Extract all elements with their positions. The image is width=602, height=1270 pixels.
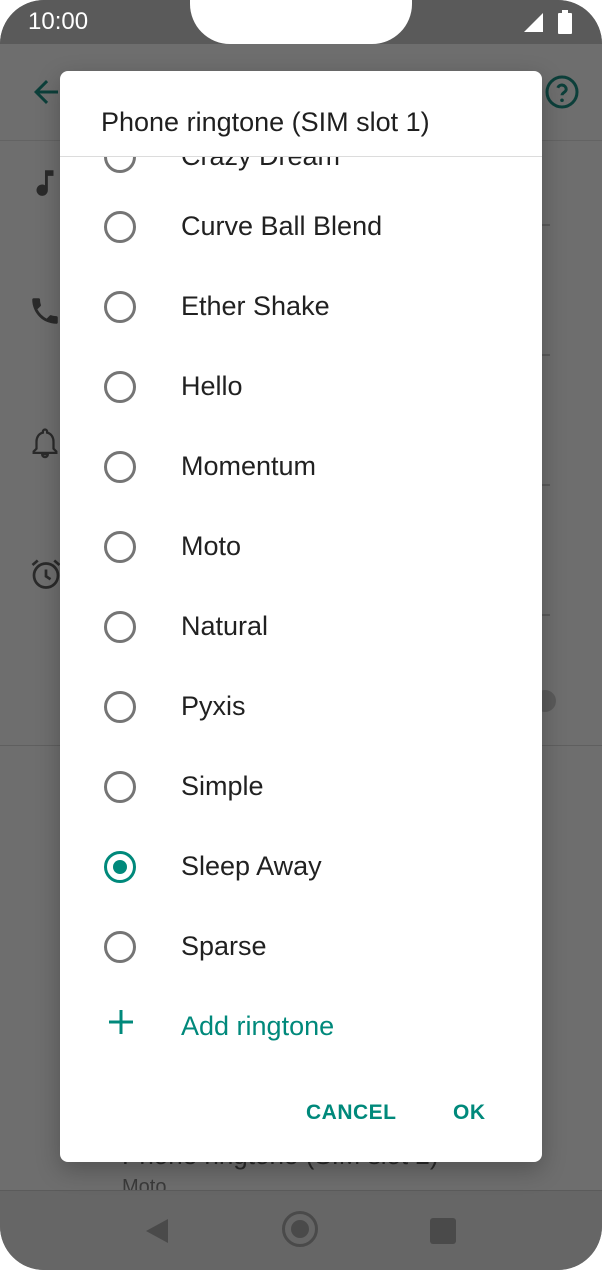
radio-button[interactable] (104, 157, 136, 173)
ringtone-label: Curve Ball Blend (181, 211, 383, 241)
ringtone-label: Momentum (181, 451, 317, 481)
ringtone-option[interactable]: Hello (60, 347, 542, 427)
radio-button[interactable] (104, 531, 136, 563)
radio-button[interactable] (104, 371, 136, 403)
nav-recents-icon[interactable] (430, 1218, 456, 1244)
nav-back-icon[interactable] (144, 1217, 170, 1245)
radio-button[interactable] (104, 771, 136, 803)
ringtone-label: Sparse (181, 931, 267, 961)
radio-button[interactable] (104, 931, 136, 963)
back-arrow-icon (34, 80, 58, 104)
ringtone-list[interactable]: Crazy Dream Curve Ball Blend Ether Shake… (60, 157, 542, 1077)
add-ringtone-label: Add ringtone (181, 1011, 335, 1041)
alarm-icon (31, 559, 61, 589)
ringtone-option[interactable]: Momentum (60, 427, 542, 507)
phone-screen: 10:00 Phone r (0, 0, 602, 1270)
ringtone-option[interactable]: Natural (60, 587, 542, 667)
radio-button[interactable] (104, 691, 136, 723)
navigation-bar (0, 1190, 602, 1270)
music-note-icon (36, 170, 54, 196)
add-ringtone-row[interactable]: Add ringtone (60, 987, 542, 1067)
ringtone-label: Natural (181, 611, 269, 641)
ringtone-option[interactable]: Curve Ball Blend (60, 187, 542, 267)
phone-icon (32, 298, 58, 324)
ringtone-option[interactable]: Moto (60, 507, 542, 587)
ringtone-label: Hello (181, 371, 243, 401)
nav-home-icon[interactable] (282, 1211, 318, 1247)
signal-icon (524, 13, 543, 32)
dialog-title: Phone ringtone (SIM slot 1) (101, 107, 430, 137)
cancel-button[interactable]: CANCEL (306, 1101, 397, 1125)
camera-notch (190, 0, 412, 44)
ringtone-label: Simple (181, 771, 264, 801)
help-icon (545, 75, 579, 109)
battery-icon (558, 10, 572, 34)
ringtone-dialog: Phone ringtone (SIM slot 1) Crazy Dream … (60, 71, 542, 1162)
status-icons (522, 10, 572, 34)
ringtone-label: Crazy Dream (181, 157, 340, 172)
ringtone-option[interactable]: Simple (60, 747, 542, 827)
title-divider (60, 156, 542, 157)
ringtone-option[interactable]: Sparse (60, 907, 542, 987)
ringtone-option-selected[interactable]: Sleep Away (60, 827, 542, 907)
bell-icon (32, 428, 58, 459)
ringtone-label: Pyxis (181, 691, 246, 721)
status-time: 10:00 (28, 8, 89, 35)
radio-button[interactable] (104, 451, 136, 483)
ringtone-label: Ether Shake (181, 291, 330, 321)
ringtone-option[interactable]: Ether Shake (60, 267, 542, 347)
plus-icon (109, 1010, 133, 1034)
ringtone-option[interactable]: Pyxis (60, 667, 542, 747)
ringtone-label: Moto (181, 531, 242, 561)
radio-button[interactable] (104, 211, 136, 243)
ringtone-label: Sleep Away (181, 851, 322, 881)
ok-button[interactable]: OK (453, 1101, 486, 1125)
radio-button[interactable] (104, 611, 136, 643)
radio-button[interactable] (104, 291, 136, 323)
radio-button-checked[interactable] (104, 851, 136, 883)
